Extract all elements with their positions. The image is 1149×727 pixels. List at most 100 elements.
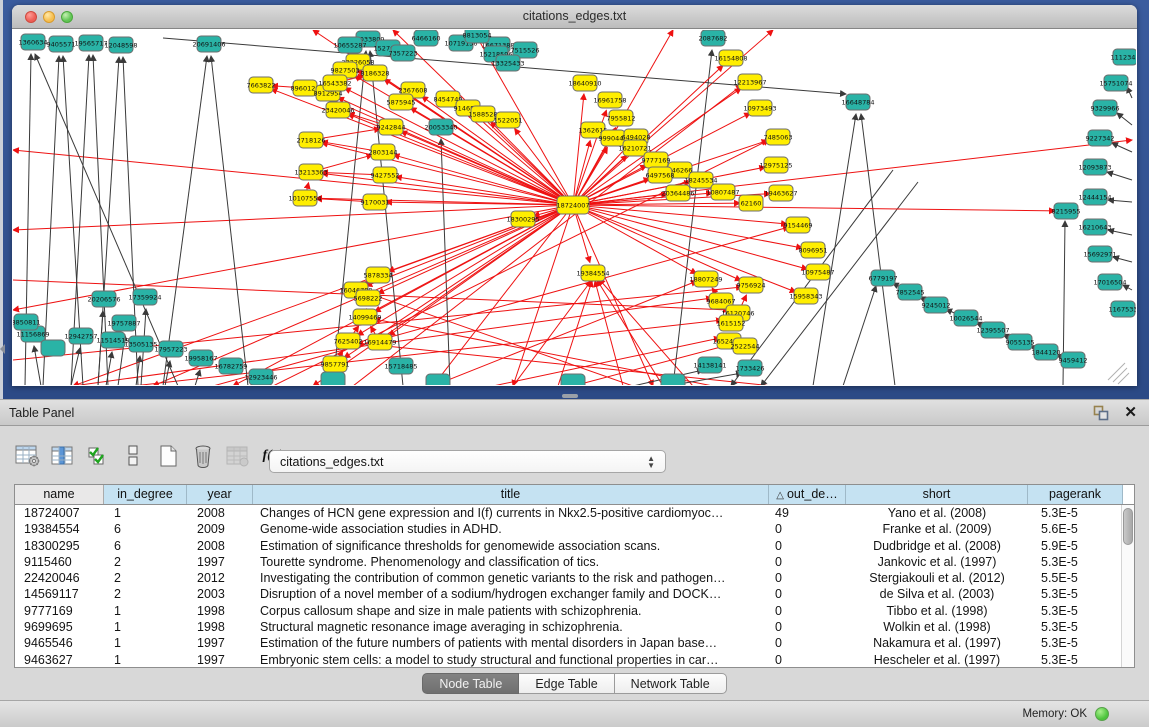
graph-node[interactable]: 2087682 (699, 30, 728, 46)
graph-node[interactable]: 20053340 (424, 119, 457, 135)
network-window-titlebar[interactable]: citations_edges.txt (12, 5, 1137, 29)
graph-node[interactable]: 9242844 (377, 119, 406, 135)
graph-node[interactable]: 10655287 (333, 37, 366, 53)
graph-node[interactable]: 15958343 (789, 288, 822, 304)
graph-node[interactable]: 9227342 (1086, 130, 1115, 146)
delete-column-icon[interactable] (189, 442, 217, 470)
graph-node[interactable]: 9777169 (642, 152, 671, 168)
select-column-icon[interactable] (49, 442, 77, 470)
graph-node[interactable]: 12048598 (104, 37, 137, 53)
graph-node[interactable]: 9154469 (784, 217, 813, 233)
graph-node[interactable]: 62160 (739, 195, 763, 211)
table-row[interactable]: 946554611997Estimation of the future num… (15, 635, 1134, 651)
graph-node[interactable] (661, 374, 685, 385)
graph-node[interactable]: 19384554 (576, 265, 609, 281)
graph-node[interactable]: 2718126 (297, 132, 326, 148)
graph-node[interactable]: 20691406 (192, 36, 225, 52)
graph-node[interactable]: 10807487 (706, 184, 739, 200)
column-header-name[interactable]: name (15, 485, 104, 504)
graph-node[interactable]: 19463627 (764, 185, 797, 201)
close-panel-icon[interactable]: ✕ (1124, 403, 1137, 421)
graph-node[interactable]: 5878334 (364, 267, 393, 283)
new-column-icon[interactable] (154, 442, 182, 470)
graph-node[interactable]: 16914479 (363, 334, 396, 350)
graph-node[interactable]: 15692971 (1083, 246, 1116, 262)
graph-node[interactable]: 9055135 (1006, 334, 1035, 350)
tab-node-table[interactable]: Node Table (422, 673, 519, 694)
graph-node[interactable]: 12213967 (733, 74, 766, 90)
graph-node[interactable]: 16543382 (318, 75, 351, 91)
graph-node[interactable]: 10975487 (801, 264, 834, 280)
graph-node[interactable]: 13505135 (124, 336, 157, 352)
table-scrollbar[interactable] (1121, 505, 1134, 667)
graph-node[interactable]: 16782759 (214, 358, 247, 374)
tab-edge-table[interactable]: Edge Table (519, 673, 614, 694)
graph-node[interactable]: 1522051 (494, 112, 523, 128)
splitter-collapse-icon[interactable] (0, 344, 5, 354)
graph-node[interactable]: 17957223 (154, 341, 187, 357)
graph-node[interactable]: 12093873 (1078, 159, 1111, 175)
graph-node[interactable]: 8186328 (361, 65, 390, 81)
column-header-in_degree[interactable]: in_degree (104, 485, 187, 504)
column-header-year[interactable]: year (187, 485, 253, 504)
graph-node[interactable]: 17016504 (1093, 274, 1126, 290)
table-scrollbar-thumb[interactable] (1123, 508, 1133, 545)
graph-node[interactable]: 12923446 (244, 369, 277, 385)
graph-node[interactable]: 7485063 (764, 129, 793, 145)
graph-node[interactable]: 7663822 (247, 77, 276, 93)
graph-node[interactable]: 9329966 (1091, 100, 1120, 116)
clear-selection-icon[interactable] (119, 442, 147, 470)
table-row[interactable]: 2242004622012Investigating the contribut… (15, 570, 1134, 586)
graph-node[interactable]: 16154808 (714, 50, 747, 66)
graph-node[interactable]: 8215955 (1052, 203, 1081, 219)
graph-node[interactable]: 2803144 (369, 144, 398, 160)
graph-node[interactable]: 20206576 (87, 291, 120, 307)
graph-node[interactable]: 16961758 (593, 92, 626, 108)
graph-node[interactable]: 19958167 (184, 350, 217, 366)
graph-node[interactable]: 10026544 (949, 310, 982, 326)
graph-node[interactable]: 12444154 (1078, 189, 1111, 205)
column-header-short[interactable]: short (846, 485, 1028, 504)
graph-node[interactable]: 7852545 (896, 284, 925, 300)
graph-node[interactable]: 5698222 (354, 290, 383, 306)
float-panel-icon[interactable] (1093, 405, 1109, 421)
graph-node[interactable]: 9427552 (371, 167, 400, 183)
graph-node[interactable]: 1844120 (1032, 344, 1061, 360)
graph-node[interactable]: 16210643 (1078, 219, 1111, 235)
graph-node[interactable]: 10107554 (288, 190, 321, 206)
graph-node[interactable]: 8096951 (799, 242, 828, 258)
graph-node[interactable]: 15718485 (384, 358, 417, 374)
graph-node[interactable]: 1360634 (19, 34, 48, 50)
graph-node[interactable]: 1733426 (736, 360, 765, 376)
graph-node[interactable]: 5875945 (387, 94, 416, 110)
graph-node[interactable]: 18807249 (689, 271, 722, 287)
table-selector-dropdown[interactable]: citations_edges.txt ▲▼ (269, 450, 666, 473)
graph-node[interactable]: 8850811 (13, 314, 40, 330)
table-row[interactable]: 1830029562008Estimation of significance … (15, 538, 1134, 554)
graph-node[interactable]: 18724007 (556, 196, 589, 214)
graph-node[interactable]: 13325433 (491, 55, 524, 71)
column-header-title[interactable]: title (253, 485, 769, 504)
graph-node[interactable]: 12942757 (64, 328, 97, 344)
graph-node[interactable]: 18640910 (568, 75, 601, 91)
graph-node[interactable]: 13213363 (294, 164, 327, 180)
graph-node[interactable]: 15751074 (1099, 75, 1132, 91)
network-canvas[interactable]: 136063494055711956571712048598 20691406 16… (13, 30, 1136, 385)
graph-node[interactable] (41, 340, 65, 356)
graph-node[interactable]: 9170031 (361, 194, 390, 210)
graph-node[interactable]: 1615152 (717, 315, 746, 331)
graph-node[interactable]: 9756924 (737, 277, 766, 293)
graph-node[interactable]: 19565717 (74, 35, 107, 51)
split-divider-handle[interactable] (562, 394, 578, 398)
table-row[interactable]: 1938455462009Genome-wide association stu… (15, 521, 1134, 537)
graph-node[interactable]: 20364486 (661, 185, 694, 201)
table-row[interactable]: 977716911998Corpus callosum shape and si… (15, 603, 1134, 619)
select-all-icon[interactable] (84, 442, 112, 470)
graph-node[interactable]: 2522544 (731, 338, 760, 354)
graph-node[interactable]: 7625402 (334, 333, 363, 349)
column-header-pagerank[interactable]: pagerank (1028, 485, 1123, 504)
graph-node[interactable]: 1167533 (1109, 301, 1136, 317)
graph-node[interactable] (321, 372, 345, 385)
graph-node[interactable]: 7357223 (389, 45, 418, 61)
graph-node[interactable]: 9405571 (47, 36, 76, 52)
